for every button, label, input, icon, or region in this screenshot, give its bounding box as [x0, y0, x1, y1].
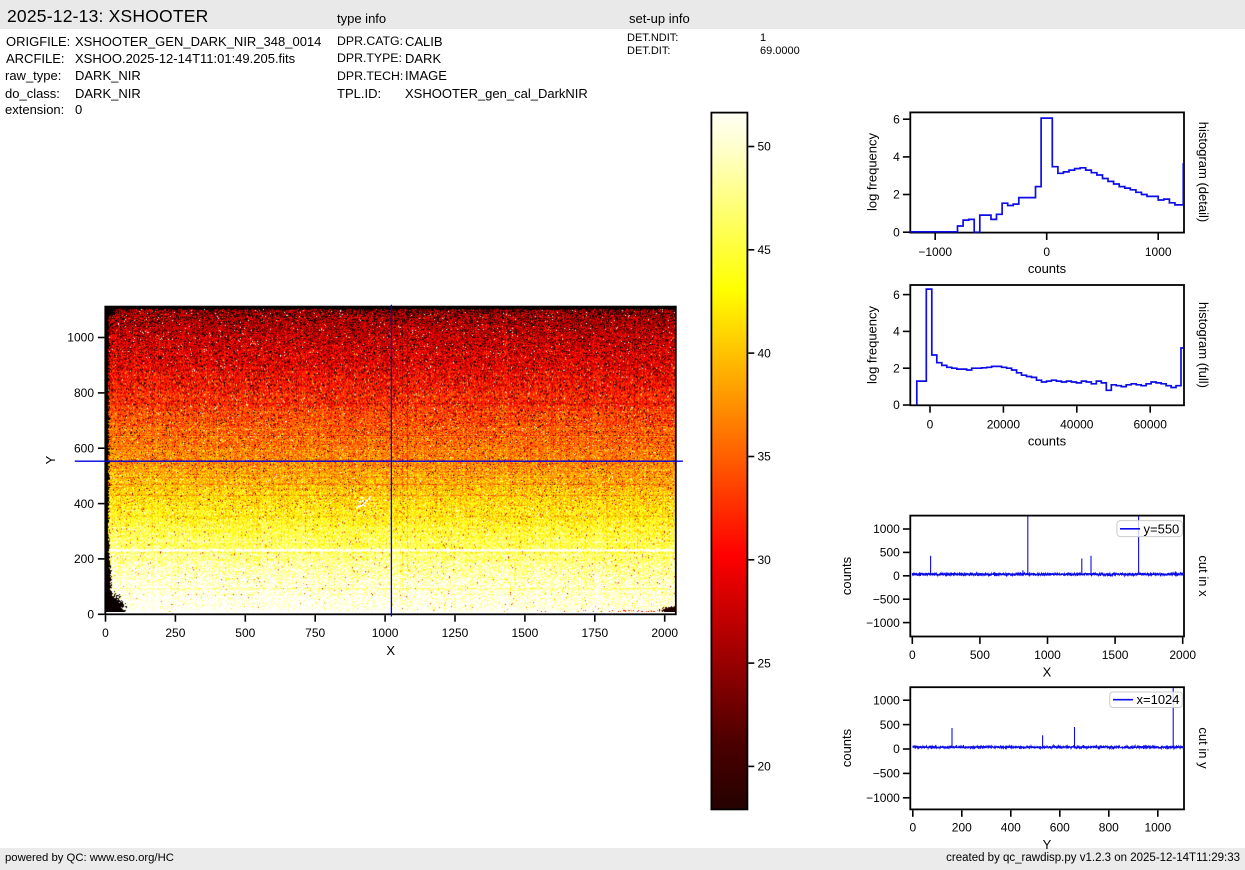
svg-text:counts: counts	[839, 728, 854, 767]
svg-text:500: 500	[880, 546, 900, 560]
svg-text:500: 500	[970, 648, 990, 662]
svg-text:2: 2	[893, 188, 900, 202]
svg-text:0: 0	[893, 742, 900, 756]
svg-text:750: 750	[305, 626, 325, 640]
svg-text:1500: 1500	[1102, 648, 1129, 662]
svg-text:4: 4	[893, 325, 900, 339]
svg-text:1250: 1250	[442, 626, 469, 640]
svg-text:y=550: y=550	[1144, 521, 1180, 536]
svg-text:50: 50	[758, 140, 772, 154]
svg-text:log frequency: log frequency	[865, 132, 880, 211]
svg-text:500: 500	[235, 626, 255, 640]
svg-text:1000: 1000	[873, 693, 900, 707]
svg-text:0: 0	[87, 608, 94, 622]
svg-text:1000: 1000	[372, 626, 399, 640]
svg-text:counts: counts	[839, 556, 854, 595]
svg-text:Y: Y	[1043, 837, 1052, 852]
svg-text:600: 600	[74, 441, 94, 455]
svg-text:250: 250	[165, 626, 185, 640]
svg-text:45: 45	[758, 243, 772, 257]
svg-text:20000: 20000	[987, 418, 1021, 432]
svg-text:2000: 2000	[1169, 648, 1196, 662]
svg-text:histogram (full): histogram (full)	[1196, 302, 1211, 388]
svg-text:40000: 40000	[1060, 418, 1094, 432]
svg-text:1000: 1000	[1145, 245, 1172, 259]
svg-text:1000: 1000	[1144, 821, 1171, 835]
svg-text:0: 0	[893, 398, 900, 412]
svg-text:200: 200	[952, 821, 972, 835]
svg-text:−1000: −1000	[866, 616, 900, 630]
svg-text:counts: counts	[1028, 434, 1067, 449]
svg-text:35: 35	[758, 450, 772, 464]
svg-text:2000: 2000	[651, 626, 678, 640]
svg-text:counts: counts	[1028, 261, 1067, 276]
svg-text:cut in x: cut in x	[1196, 555, 1211, 597]
svg-text:−500: −500	[873, 592, 900, 606]
svg-text:400: 400	[1001, 821, 1021, 835]
svg-text:20: 20	[758, 760, 772, 774]
svg-text:x=1024: x=1024	[1137, 692, 1180, 707]
svg-text:−1000: −1000	[866, 791, 900, 805]
svg-text:histogram (detail): histogram (detail)	[1196, 122, 1211, 222]
svg-text:1000: 1000	[67, 331, 94, 345]
svg-text:0: 0	[909, 821, 916, 835]
svg-text:cut in y: cut in y	[1196, 727, 1211, 769]
svg-text:400: 400	[74, 497, 94, 511]
svg-text:0: 0	[1043, 245, 1050, 259]
svg-text:log frequency: log frequency	[865, 305, 880, 384]
svg-text:Y: Y	[43, 455, 58, 464]
svg-text:X: X	[1043, 665, 1052, 680]
svg-text:0: 0	[102, 626, 109, 640]
svg-text:0: 0	[893, 569, 900, 583]
svg-text:1000: 1000	[1034, 648, 1061, 662]
svg-text:1500: 1500	[512, 626, 539, 640]
svg-text:500: 500	[880, 718, 900, 732]
svg-text:X: X	[386, 643, 395, 658]
svg-text:800: 800	[1099, 821, 1119, 835]
svg-text:0: 0	[909, 648, 916, 662]
svg-text:6: 6	[893, 112, 900, 126]
svg-text:40: 40	[758, 346, 772, 360]
svg-text:200: 200	[74, 552, 94, 566]
svg-text:600: 600	[1050, 821, 1070, 835]
svg-text:30: 30	[758, 553, 772, 567]
svg-text:−500: −500	[873, 767, 900, 781]
svg-text:1750: 1750	[581, 626, 608, 640]
svg-text:2: 2	[893, 361, 900, 375]
svg-text:60000: 60000	[1134, 418, 1168, 432]
svg-text:0: 0	[927, 418, 934, 432]
svg-text:1000: 1000	[873, 522, 900, 536]
svg-text:0: 0	[893, 225, 900, 239]
svg-text:800: 800	[74, 386, 94, 400]
svg-text:4: 4	[893, 150, 900, 164]
svg-text:25: 25	[758, 656, 772, 670]
svg-text:−1000: −1000	[918, 245, 952, 259]
svg-text:6: 6	[893, 288, 900, 302]
